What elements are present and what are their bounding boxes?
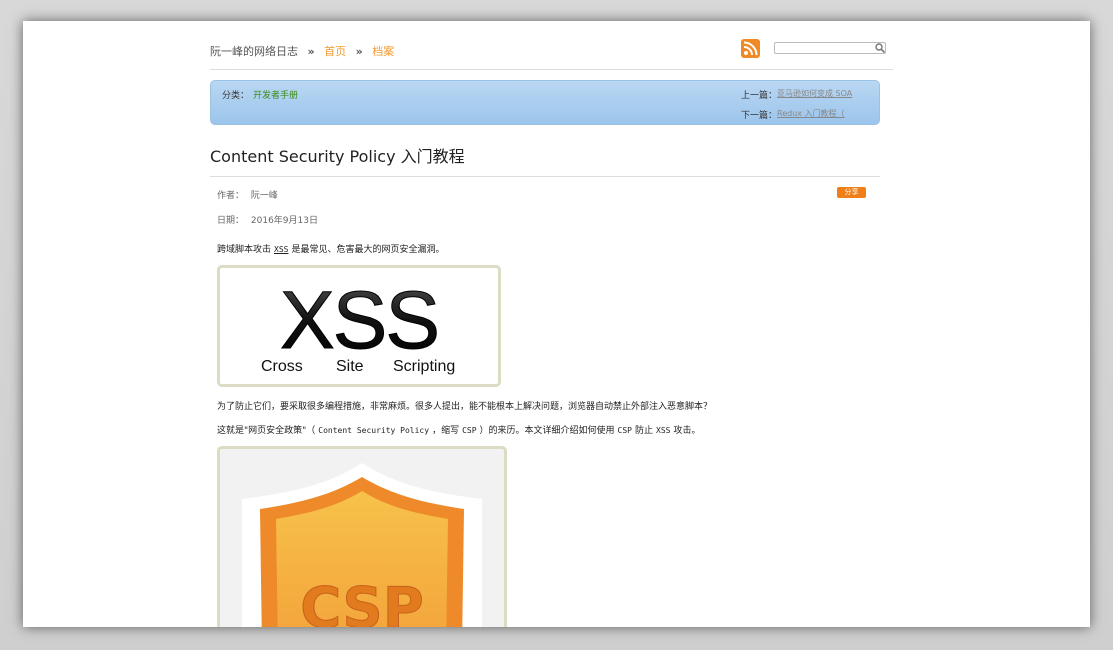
xss-big-text: XSS [280,275,438,366]
p3-text-d: 防止 [635,426,654,436]
csp-letters: CSP [300,576,424,627]
date-meta: 日期： 2016年9月13日 [217,213,318,226]
paragraph-2: 为了防止它们，要采取很多编程措施，非常麻烦。很多人提出，能不能根本上解决问题，浏… [217,402,713,412]
p1-text-a: 跨域脚本攻击 [217,245,272,255]
p3-code-csp-2: CSP [617,426,632,435]
header: 阮一峰的网络日志 » 首页 » 档案 [210,39,893,69]
p3-code-csp-full: Content Security Policy [318,426,430,435]
xss-image: XSS Cross Site Scripting [217,265,501,387]
xss-word-site: Site [336,358,364,375]
csp-shield-image: CSP [217,446,507,627]
p3-code-csp: CSP [462,426,477,435]
breadcrumb-separator: » [307,45,315,58]
author-name: 阮一峰 [250,191,278,201]
category-link[interactable]: 开发者手册 [253,88,298,101]
p3-text-a: 这就是"网页安全政策"（ [217,426,316,436]
p3-code-xss: XSS [656,426,671,435]
shield-icon: CSP [242,463,482,627]
author-label: 作者： [217,191,245,201]
p3-text-b: ，缩写 [432,426,460,436]
home-link[interactable]: 首页 [324,45,346,58]
date-value: 2016年9月13日 [250,216,318,226]
search-input[interactable] [774,42,886,54]
page-title: Content Security Policy 入门教程 [210,147,465,166]
search-icon[interactable] [874,42,886,54]
blog-name-link[interactable]: 阮一峰的网络日志 [210,45,298,58]
prev-post-label: 上一篇： [741,91,778,101]
archive-link[interactable]: 档案 [372,45,394,58]
date-label: 日期： [217,216,245,226]
p1-text-b: 是最常见、危害最大的网页安全漏洞。 [291,245,445,255]
title-divider [210,176,880,177]
breadcrumb-separator: » [355,45,363,58]
rss-icon[interactable] [741,39,760,58]
xss-word-cross: Cross [261,358,303,375]
next-post-link[interactable]: Redux 入门教程（ [777,108,845,119]
xss-graphic: XSS Cross Site Scripting [261,275,455,376]
p3-text-e: 攻击。 [673,426,701,436]
paragraph-3: 这就是"网页安全政策"（ Content Security Policy ，缩写 CS… [217,423,700,436]
share-button[interactable]: 分享 [837,187,866,198]
header-divider [210,69,893,70]
category-bar: 分类： 开发者手册 上一篇： 亚马逊如何变成 SOA 下一篇： Redux 入门… [210,80,880,125]
xss-word-scripting: Scripting [393,358,455,375]
paragraph-1: 跨域脚本攻击 XSS 是最常见、危害最大的网页安全漏洞。 [217,242,444,255]
xss-link[interactable]: XSS [274,245,288,254]
breadcrumb: 阮一峰的网络日志 » 首页 » 档案 [210,43,394,59]
author-meta: 作者： 阮一峰 [217,188,278,201]
browser-page: 阮一峰的网络日志 » 首页 » 档案 分类： 开发者手册 上一篇： 亚马逊如何变… [23,21,1090,627]
category-label: 分类： [222,91,250,101]
prev-post-link[interactable]: 亚马逊如何变成 SOA [777,88,852,99]
next-post-label: 下一篇： [741,111,778,121]
p3-text-c: ）的来历。本文详细介绍如何使用 [479,426,615,436]
